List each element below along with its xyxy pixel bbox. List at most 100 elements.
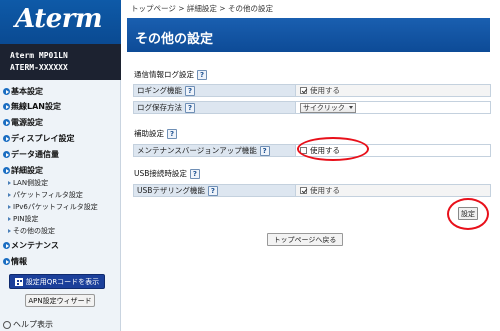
usb-tethering-label-cell: USBテザリング機能 ?: [133, 184, 296, 197]
nav-item-data-usage[interactable]: データ通信量: [3, 149, 59, 160]
chevron-down-icon: [348, 106, 353, 109]
nav-item-maintenance[interactable]: メンテナンス: [3, 240, 59, 251]
section-assist-header: 補助設定 ?: [134, 128, 177, 139]
logging-value-cell: 使用する: [296, 84, 491, 97]
help-circle-icon: [3, 320, 11, 329]
triangle-right-icon: [8, 217, 11, 221]
log-method-select[interactable]: サイクリック: [300, 102, 356, 113]
arrow-right-icon: [3, 167, 10, 174]
breadcrumb-detail-link[interactable]: 詳細設定: [187, 4, 217, 13]
arrow-right-icon: [3, 151, 10, 158]
maintenance-update-label-cell: メンテナンスバージョンアップ機能 ?: [133, 144, 296, 157]
main-content: トップページ > 詳細設定 > その他の設定 その他の設定 通信情報ログ設定 ?…: [121, 0, 500, 331]
nav-item-wireless-lan[interactable]: 無線LAN設定: [3, 101, 61, 112]
nav-sub-packet-filter[interactable]: パケットフィルタ設定: [8, 190, 83, 200]
set-button[interactable]: 設定: [458, 207, 478, 220]
model-name: Aterm MP01LN: [10, 51, 68, 60]
apn-wizard-button[interactable]: APN設定ウィザード: [25, 294, 95, 307]
logging-checkbox[interactable]: [300, 87, 307, 94]
section-comm-log-header: 通信情報ログ設定 ?: [134, 69, 207, 80]
maintenance-update-value-cell: 使用する: [296, 144, 491, 157]
nav-item-label: 電源設定: [11, 118, 43, 127]
triangle-right-icon: [8, 181, 11, 185]
maintenance-update-row: メンテナンスバージョンアップ機能 ? 使用する: [133, 144, 491, 157]
nav-item-label: 詳細設定: [11, 166, 43, 175]
help-question-icon[interactable]: ?: [207, 185, 218, 196]
arrow-right-icon: [3, 135, 10, 142]
nav-item-label: ディスプレイ設定: [11, 134, 75, 143]
nav-sub-label: パケットフィルタ設定: [13, 191, 83, 199]
log-method-row: ログ保存方法 ? サイクリック: [133, 101, 491, 114]
triangle-right-icon: [8, 193, 11, 197]
logging-label-cell: ロギング機能 ?: [133, 84, 296, 97]
model-info: Aterm MP01LN ATERM-XXXXXX: [0, 44, 121, 80]
section-title: 通信情報ログ設定: [134, 70, 194, 79]
help-label: ヘルプ表示: [13, 320, 53, 329]
help-question-icon[interactable]: ?: [185, 102, 195, 113]
nav-item-basic[interactable]: 基本設定: [3, 86, 43, 97]
logging-label: ロギング機能: [137, 86, 182, 95]
help-question-icon[interactable]: ?: [189, 168, 200, 179]
section-usb-header: USB接続時設定 ?: [134, 168, 200, 179]
maintenance-update-checkbox-label: 使用する: [310, 146, 340, 155]
help-question-icon[interactable]: ?: [197, 69, 207, 80]
log-method-label-cell: ログ保存方法 ?: [133, 101, 296, 114]
maintenance-update-checkbox[interactable]: [300, 147, 307, 154]
nav-sub-ipv6-filter[interactable]: IPv6パケットフィルタ設定: [8, 202, 98, 212]
breadcrumb-separator: >: [216, 4, 228, 13]
section-title: 補助設定: [134, 129, 164, 138]
nav-item-label: メンテナンス: [11, 241, 59, 250]
aterm-logo: Aterm: [15, 4, 102, 34]
nav-sub-label: IPv6パケットフィルタ設定: [13, 203, 98, 211]
help-question-icon[interactable]: ?: [185, 85, 195, 96]
nav-sub-label: LAN側設定: [13, 179, 49, 187]
nav-item-label: 無線LAN設定: [11, 102, 61, 111]
log-method-label: ログ保存方法: [137, 103, 182, 112]
logging-checkbox-label: 使用する: [310, 86, 340, 95]
usb-tethering-checkbox-label: 使用する: [310, 186, 340, 195]
triangle-right-icon: [8, 229, 11, 233]
nav-item-info[interactable]: 情報: [3, 256, 27, 267]
usb-tethering-value-cell: 使用する: [296, 184, 491, 197]
apn-button-label: APN設定ウィザード: [28, 296, 92, 305]
nav-item-label: データ通信量: [11, 150, 59, 159]
nav-sub-label: PIN設定: [13, 215, 39, 223]
nav-sub-other-settings[interactable]: その他の設定: [8, 226, 55, 236]
sidebar: Aterm Aterm MP01LN ATERM-XXXXXX 基本設定 無線L…: [0, 0, 121, 331]
arrow-right-icon: [3, 242, 10, 249]
nav-item-label: 情報: [11, 257, 27, 266]
triangle-right-icon: [8, 205, 11, 209]
usb-tethering-label: USBテザリング機能: [137, 186, 205, 195]
arrow-right-icon: [3, 119, 10, 126]
nav-item-advanced[interactable]: 詳細設定: [3, 165, 43, 176]
nav-sub-lan[interactable]: LAN側設定: [8, 178, 48, 188]
back-to-top-button[interactable]: トップページへ戻る: [267, 233, 343, 246]
device-id: ATERM-XXXXXX: [10, 63, 68, 72]
log-method-selected: サイクリック: [303, 103, 345, 112]
arrow-right-icon: [3, 103, 10, 110]
usb-tethering-checkbox[interactable]: [300, 187, 307, 194]
nav-sub-pin[interactable]: PIN設定: [8, 214, 39, 224]
log-method-value-cell: サイクリック: [296, 101, 491, 114]
usb-tethering-row: USBテザリング機能 ? 使用する: [133, 184, 491, 197]
arrow-right-icon: [3, 88, 10, 95]
breadcrumb: トップページ > 詳細設定 > その他の設定: [131, 3, 273, 14]
nav-sub-label: その他の設定: [13, 227, 55, 235]
qr-code-icon: [14, 277, 23, 286]
help-question-icon[interactable]: ?: [259, 145, 270, 156]
help-toggle[interactable]: ヘルプ表示: [3, 319, 53, 330]
page-title: その他の設定: [135, 32, 214, 47]
nav-item-power[interactable]: 電源設定: [3, 117, 43, 128]
show-qr-code-button[interactable]: 設定用QRコードを表示: [9, 274, 105, 289]
breadcrumb-top-link[interactable]: トップページ: [131, 4, 176, 13]
back-to-top-label: トップページへ戻る: [273, 235, 337, 244]
logging-row: ロギング機能 ? 使用する: [133, 84, 491, 97]
page-title-bar: その他の設定: [127, 18, 490, 52]
breadcrumb-separator: >: [175, 4, 187, 13]
nav-item-label: 基本設定: [11, 87, 43, 96]
breadcrumb-current: その他の設定: [227, 4, 273, 13]
qr-button-label: 設定用QRコードを表示: [25, 277, 100, 286]
help-question-icon[interactable]: ?: [167, 128, 177, 139]
arrow-right-icon: [3, 258, 10, 265]
nav-item-display[interactable]: ディスプレイ設定: [3, 133, 74, 144]
